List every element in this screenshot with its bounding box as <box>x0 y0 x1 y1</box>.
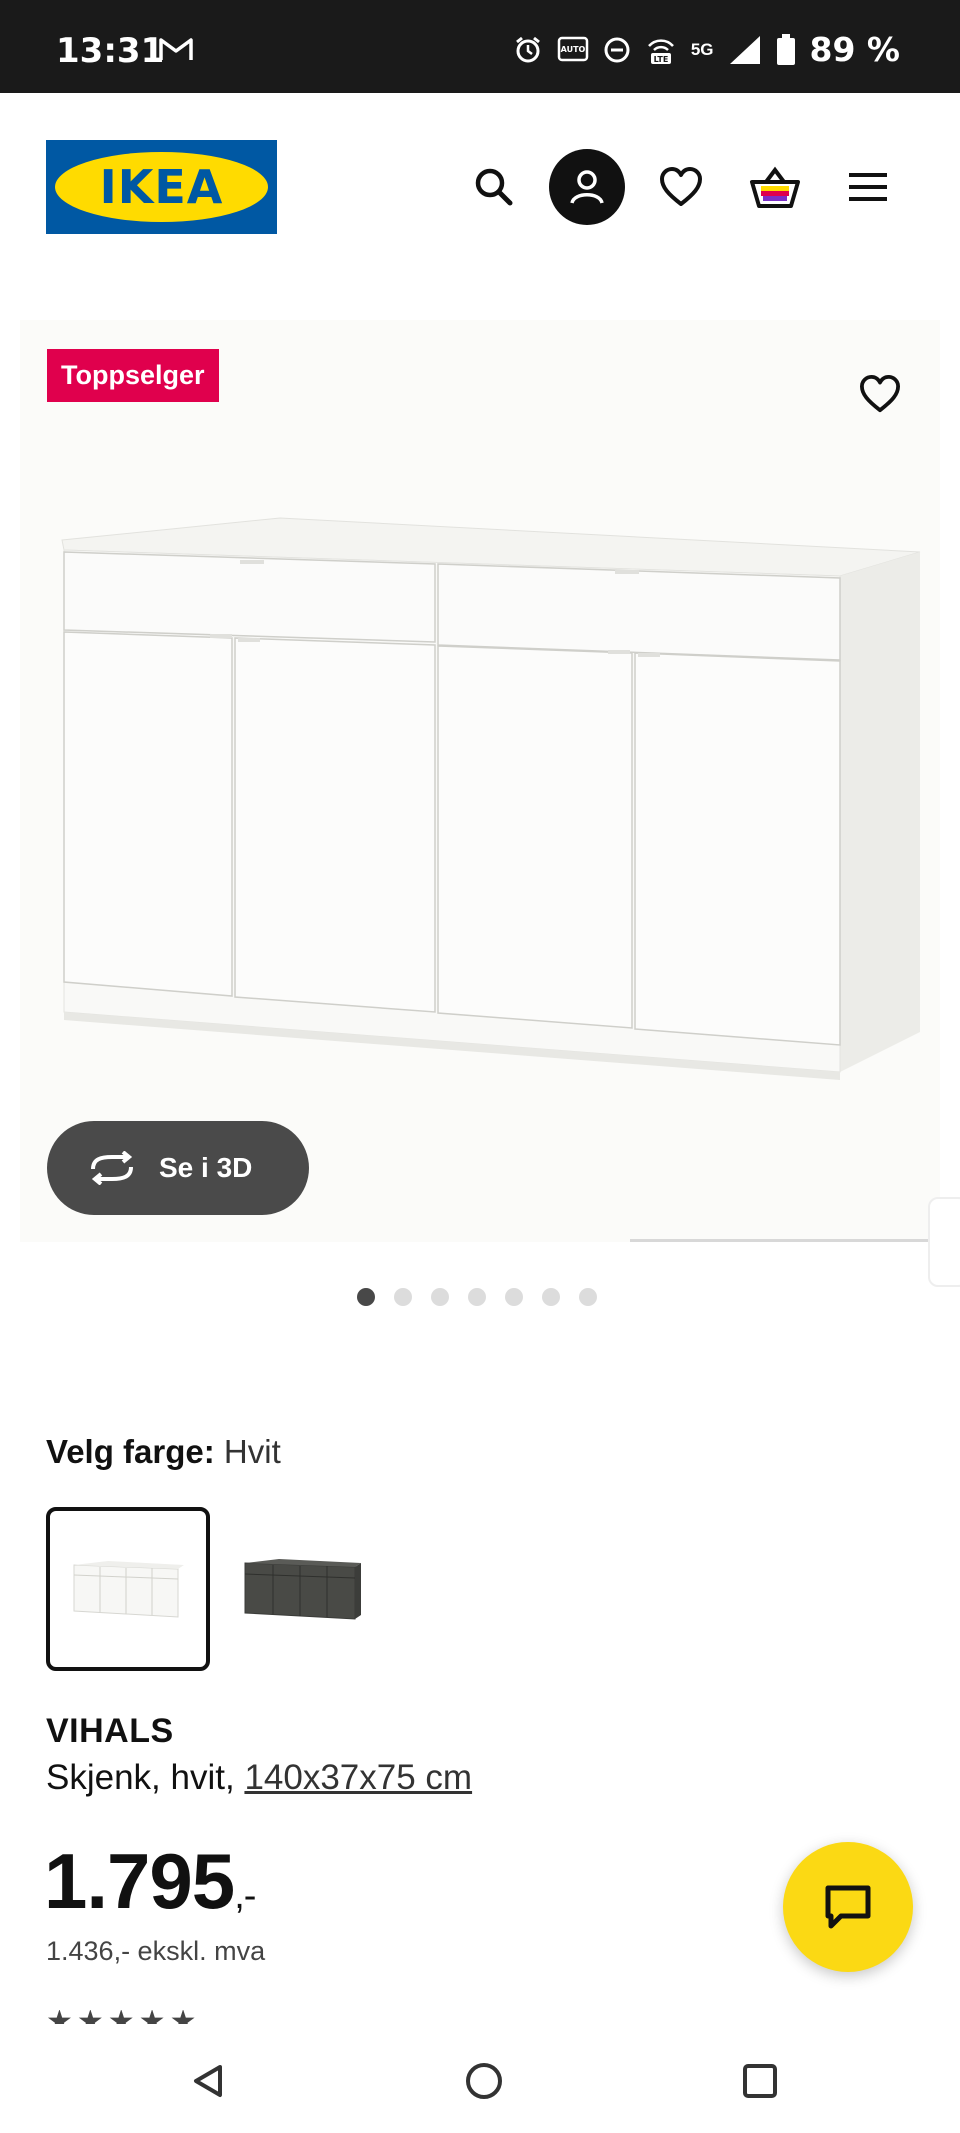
rating-stars-peek[interactable]: ★★★★★ <box>46 2010 366 2024</box>
carousel-dot-7[interactable] <box>579 1288 597 1306</box>
product-gallery[interactable]: Toppselger Se i 3D <box>20 320 940 1242</box>
carousel-dot-2[interactable] <box>394 1288 412 1306</box>
status-bar: 13:31 AUTO LTE 5G 89 % <box>0 0 960 93</box>
svg-text:AUTO: AUTO <box>560 45 585 54</box>
color-swatch-dark-grey[interactable] <box>220 1507 384 1671</box>
alarm-icon <box>515 36 540 62</box>
sideboard-image <box>61 517 921 1080</box>
carousel-dot-1[interactable] <box>357 1288 375 1306</box>
view-3d-button[interactable]: Se i 3D <box>47 1121 309 1215</box>
basket-icon[interactable] <box>737 149 813 225</box>
carousel-dot-3[interactable] <box>431 1288 449 1306</box>
search-icon[interactable] <box>456 149 532 225</box>
rotate-3d-icon <box>91 1151 133 1185</box>
gmail-icon <box>158 36 194 67</box>
do-not-disturb-icon <box>604 37 630 62</box>
selected-color-value: Hvit <box>223 1433 281 1470</box>
system-icons: AUTO LTE 5G 89 % <box>513 30 900 69</box>
carousel-dot-5[interactable] <box>505 1288 523 1306</box>
site-header: IKEA <box>0 93 960 283</box>
product-dimensions-link[interactable]: 140x37x75 cm <box>244 1758 472 1797</box>
status-time: 13:31 <box>56 31 165 71</box>
price-ex-vat: 1.436,- ekskl. mva <box>46 1936 266 1966</box>
carousel-dot-4[interactable] <box>468 1288 486 1306</box>
next-image-peek[interactable] <box>928 1197 960 1287</box>
menu-icon[interactable] <box>830 149 906 225</box>
star-icons: ★★★★★ <box>46 2010 366 2024</box>
volte-icon: LTE <box>647 38 674 64</box>
logo-oval: IKEA <box>55 152 268 222</box>
android-nav-bar <box>0 2027 960 2133</box>
battery-level: 89 % <box>809 30 900 69</box>
heart-icon[interactable] <box>643 149 719 225</box>
product-type: Skjenk, hvit, <box>46 1758 235 1797</box>
color-swatch-white[interactable] <box>46 1507 210 1671</box>
gallery-divider <box>630 1239 940 1242</box>
product-name: VIHALS <box>46 1712 174 1750</box>
price-amount: 1.795 <box>44 1837 235 1925</box>
refresh-rate-icon: AUTO <box>557 36 589 61</box>
favourite-heart-icon[interactable] <box>842 356 918 432</box>
product-price: 1.795,- <box>44 1836 256 1927</box>
home-icon[interactable] <box>456 2053 512 2109</box>
battery-icon <box>776 33 795 65</box>
logo-text: IKEA <box>99 160 224 214</box>
carousel-dots <box>357 1288 597 1306</box>
back-icon[interactable] <box>180 2053 236 2109</box>
signal-icon <box>729 35 760 64</box>
product-description: Skjenk, hvit, 140x37x75 cm <box>46 1758 472 1798</box>
svg-text:LTE: LTE <box>653 55 668 64</box>
top-seller-badge: Toppselger <box>47 349 219 402</box>
ikea-logo[interactable]: IKEA <box>46 140 277 234</box>
color-picker-label: Velg farge: Hvit <box>46 1433 281 1471</box>
recents-icon[interactable] <box>732 2053 788 2109</box>
price-suffix: ,- <box>234 1875 256 1917</box>
view-3d-label: Se i 3D <box>159 1152 253 1183</box>
profile-icon[interactable] <box>549 149 625 225</box>
network-type: 5G <box>690 40 714 59</box>
carousel-dot-6[interactable] <box>542 1288 560 1306</box>
chat-icon <box>825 1885 871 1929</box>
color-label-text: Velg farge: <box>46 1433 215 1470</box>
chat-button[interactable] <box>783 1842 913 1972</box>
